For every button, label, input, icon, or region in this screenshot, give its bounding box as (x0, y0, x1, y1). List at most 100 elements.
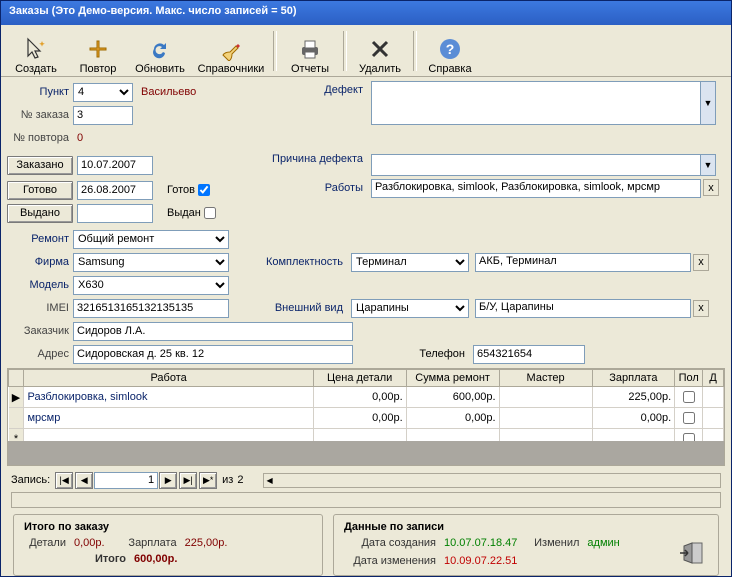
toolbar: Создать Повтор Обновить Справочники Отче… (1, 25, 731, 77)
separator (273, 31, 277, 71)
complect-value: АКБ, Терминал (475, 253, 691, 272)
reports-button[interactable]: Отчеты (279, 27, 341, 75)
repeat-no-value: 0 (77, 132, 83, 144)
cursor-star-icon (24, 37, 48, 61)
address-label: Адрес (7, 348, 73, 360)
printer-icon (298, 37, 322, 61)
nav-total: 2 (237, 474, 243, 486)
imei-label: IMEI (7, 302, 73, 314)
col-d[interactable]: Д (703, 370, 724, 387)
refresh-icon (148, 37, 172, 61)
phone-label: Телефон (353, 348, 473, 360)
customer-label: Заказчик (7, 325, 73, 337)
cause-textarea[interactable] (371, 154, 701, 176)
punkt-label: Пункт (7, 86, 73, 98)
nav-pos-input[interactable] (94, 472, 158, 489)
repair-select[interactable]: Общий ремонт (73, 230, 229, 249)
address-input[interactable] (73, 345, 353, 364)
table-row[interactable]: мрсмр 0,00р. 0,00р. 0,00р. (9, 408, 724, 429)
exit-button[interactable] (678, 541, 706, 565)
complect-clear-button[interactable]: x (693, 254, 709, 271)
ready-button[interactable]: Готово (7, 181, 73, 200)
p-checkbox[interactable] (683, 391, 695, 403)
works-value: Разблокировка, simlook, Разблокировка, s… (371, 179, 701, 198)
x-icon (368, 37, 392, 61)
separator (343, 31, 347, 71)
refresh-button[interactable]: Обновить (129, 27, 191, 75)
col-p[interactable]: Пол (675, 370, 703, 387)
punkt-text: Васильево (141, 86, 196, 98)
dictionaries-button[interactable]: Справочники (191, 27, 271, 75)
works-grid[interactable]: Работа Цена детали Сумма ремонт Мастер З… (7, 368, 725, 466)
hand-pencil-icon (219, 37, 243, 61)
cause-label: Причина дефекта (241, 154, 371, 165)
col-sum[interactable]: Сумма ремонт (406, 370, 499, 387)
ordered-date-input[interactable] (77, 156, 153, 175)
nav-new-button[interactable]: ▶* (199, 472, 217, 489)
works-label: Работы (241, 179, 371, 194)
record-navigator: Запись: |◀ ◀ ▶ ▶| ▶* из 2 ◀ (7, 470, 725, 490)
plus-icon (86, 37, 110, 61)
cause-dropdown[interactable]: ▼ (700, 154, 716, 176)
repair-label: Ремонт (7, 233, 73, 245)
order-total-panel: Итого по заказу Детали 0,00р. Зарплата 2… (13, 514, 323, 576)
p-checkbox[interactable] (683, 412, 695, 424)
firm-select[interactable]: Samsung (73, 253, 229, 272)
nav-label: Запись: (11, 474, 50, 486)
svg-text:?: ? (446, 41, 455, 57)
repeat-button[interactable]: Повтор (67, 27, 129, 75)
row-selector-icon[interactable]: ▶ (9, 387, 24, 408)
defect-label: Дефект (241, 81, 371, 96)
table-row[interactable]: ▶ Разблокировка, simlook 0,00р. 600,00р.… (9, 387, 724, 408)
firm-label: Фирма (7, 256, 73, 268)
ready-checkbox[interactable] (198, 184, 210, 196)
col-work[interactable]: Работа (24, 370, 313, 387)
order-no-label: № заказа (7, 109, 73, 121)
record-info-panel: Данные по записи Дата создания 10.07.07.… (333, 514, 719, 576)
nav-prev-button[interactable]: ◀ (75, 472, 93, 489)
issued-date-input[interactable] (77, 204, 153, 223)
customer-input[interactable] (73, 322, 353, 341)
col-master[interactable]: Мастер (499, 370, 592, 387)
repeat-no-label: № повтора (7, 132, 73, 144)
look-value: Б/У, Царапины (475, 299, 691, 318)
works-clear-button[interactable]: x (703, 179, 719, 196)
ready-cb-label: Готов (167, 184, 195, 196)
record-info-title: Данные по записи (344, 521, 708, 533)
look-label: Внешний вид (229, 302, 351, 314)
separator (413, 31, 417, 71)
order-no-input[interactable] (73, 106, 133, 125)
col-part[interactable]: Цена детали (313, 370, 406, 387)
look-select[interactable]: Царапины (351, 299, 469, 318)
look-clear-button[interactable]: x (693, 300, 709, 317)
order-total-title: Итого по заказу (24, 521, 312, 533)
ready-date-input[interactable] (77, 181, 153, 200)
defect-dropdown[interactable]: ▼ (700, 81, 716, 125)
complect-label: Комплектность (229, 256, 351, 268)
nav-next-button[interactable]: ▶ (159, 472, 177, 489)
issued-cb-label: Выдан (167, 207, 201, 219)
question-icon: ? (438, 37, 462, 61)
grid-corner (9, 370, 24, 387)
model-select[interactable]: X630 (73, 276, 229, 295)
imei-input[interactable] (73, 299, 229, 318)
window-title: Заказы (Это Демо-версия. Макс. число зап… (1, 1, 731, 25)
model-label: Модель (7, 279, 73, 291)
hscrollbar[interactable]: ◀ (263, 473, 721, 488)
grid-fill (8, 441, 724, 465)
nav-first-button[interactable]: |◀ (55, 472, 73, 489)
create-button[interactable]: Создать (5, 27, 67, 75)
nav-last-button[interactable]: ▶| (179, 472, 197, 489)
delete-button[interactable]: Удалить (349, 27, 411, 75)
punkt-select[interactable]: 4 (73, 83, 133, 102)
issued-button[interactable]: Выдано (7, 204, 73, 223)
complect-select[interactable]: Терминал (351, 253, 469, 272)
help-button[interactable]: ?Справка (419, 27, 481, 75)
issued-checkbox[interactable] (204, 207, 216, 219)
col-salary[interactable]: Зарплата (592, 370, 675, 387)
defect-textarea[interactable] (371, 81, 701, 125)
ordered-button[interactable]: Заказано (7, 156, 73, 175)
nav-of: из (222, 474, 233, 486)
phone-input[interactable] (473, 345, 585, 364)
hscroll-2[interactable] (11, 492, 721, 508)
